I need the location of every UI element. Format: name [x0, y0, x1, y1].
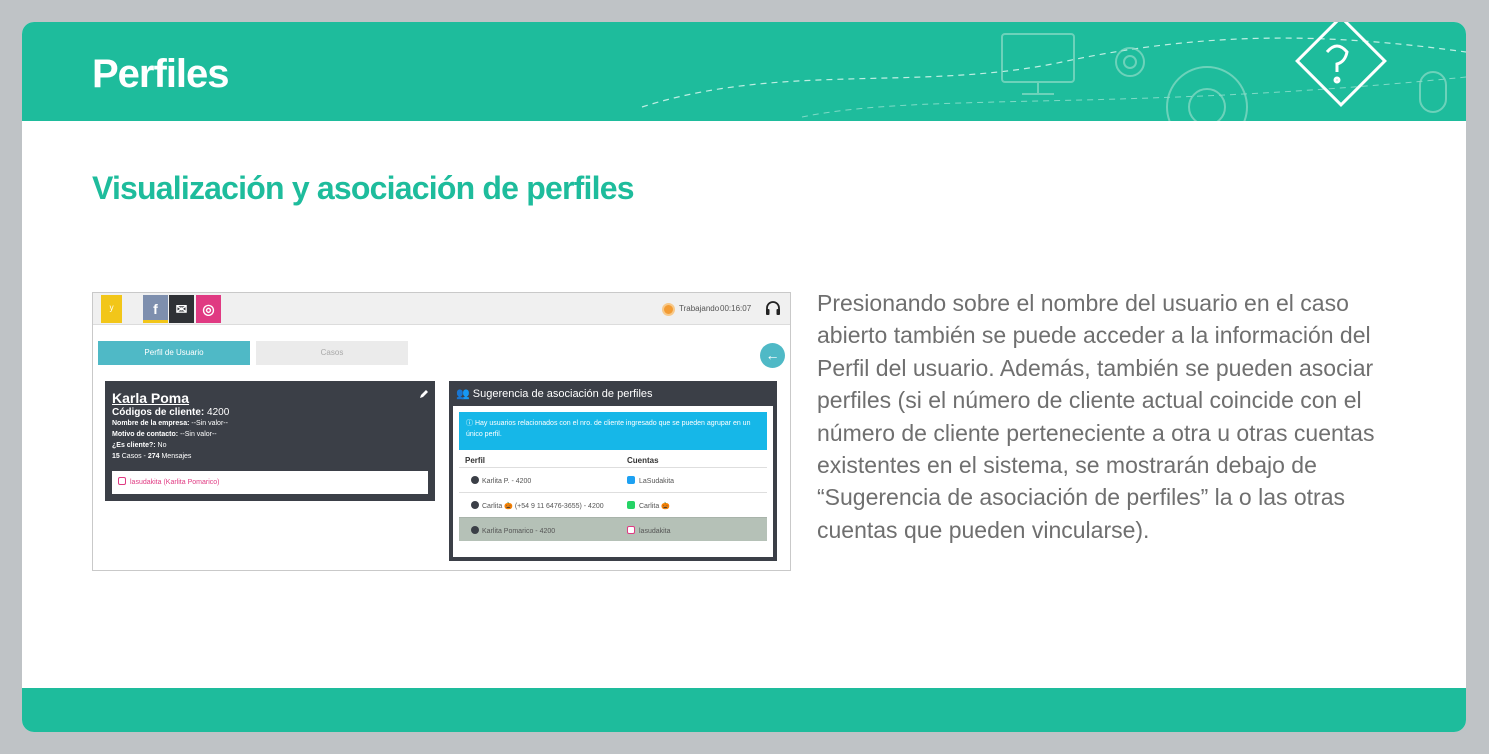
slide: Perfiles Visualización y asociación de p…	[22, 22, 1466, 732]
suggestion-title: 👥 Sugerencia de asociación de perfiles	[456, 388, 653, 400]
status-label: Trabajando	[679, 304, 720, 313]
status-icon	[662, 303, 675, 316]
pencil-icon[interactable]	[419, 389, 429, 399]
table-row[interactable]: Karlita Pomarico - 4200 lasudakita	[459, 517, 767, 541]
page-title: Perfiles	[92, 52, 230, 96]
is-client-line: ¿Es cliente?: No	[112, 442, 167, 449]
instagram-icon	[118, 477, 126, 485]
user-icon	[471, 526, 479, 534]
header-decoration-icon	[641, 22, 1466, 121]
footer-band	[22, 688, 1466, 732]
company-line: Nombre de la empresa: --Sin valor--	[112, 420, 228, 427]
table-row[interactable]: Karlita P. - 4200 LaSudakita	[459, 467, 767, 491]
profile-name-link[interactable]: Karla Poma	[112, 390, 428, 406]
social-account-item[interactable]: lasudakita (Karlita Pomarico)	[112, 471, 428, 494]
suggestion-panel: 👥 Sugerencia de asociación de perfiles ⓘ…	[449, 381, 777, 561]
embedded-screenshot: ʸ f ✉ ◎ Trabajando 00:16:07 Perfil de Us…	[92, 292, 791, 571]
column-header-cuentas: Cuentas	[627, 456, 659, 465]
whatsapp-icon	[627, 501, 635, 509]
instagram-icon	[627, 526, 635, 534]
column-header-perfil: Perfil	[465, 456, 486, 465]
mail-icon[interactable]: ✉	[169, 295, 194, 323]
table-row[interactable]: Carlita 🎃 (+54 9 11 6476-3655) - 4200 Ca…	[459, 492, 767, 516]
facebook-icon[interactable]: f	[143, 295, 168, 323]
users-icon: 👥	[456, 388, 470, 400]
user-icon	[471, 476, 479, 484]
info-alert: ⓘ Hay usuarios relacionados con el nro. …	[459, 412, 767, 450]
twitter-icon	[627, 476, 635, 484]
headset-icon[interactable]	[764, 299, 782, 317]
client-codes: Códigos de cliente: 4200	[112, 407, 230, 418]
back-button[interactable]: ←	[760, 343, 785, 368]
brand-logo-icon: ʸ	[101, 295, 122, 323]
status-timer: 00:16:07	[720, 304, 752, 313]
counts-line: 15 Casos - 274 Mensajes	[112, 453, 192, 460]
user-icon	[471, 501, 479, 509]
tab-casos[interactable]: Casos	[256, 341, 408, 365]
section-subtitle: Visualización y asociación de perfiles	[92, 170, 635, 206]
instagram-icon[interactable]: ◎	[196, 295, 221, 323]
profile-card: Karla Poma Códigos de cliente: 4200 Nomb…	[105, 381, 435, 501]
app-topbar: ʸ f ✉ ◎ Trabajando 00:16:07	[93, 293, 790, 325]
tab-perfil-de-usuario[interactable]: Perfil de Usuario	[98, 341, 250, 365]
description-text: Presionando sobre el nombre del usuario …	[817, 290, 1375, 543]
suggestion-body: ⓘ Hay usuarios relacionados con el nro. …	[453, 406, 773, 557]
info-icon: ⓘ	[466, 420, 473, 427]
contact-reason-line: Motivo de contacto: --Sin valor--	[112, 431, 217, 438]
header-band: Perfiles	[22, 22, 1466, 121]
